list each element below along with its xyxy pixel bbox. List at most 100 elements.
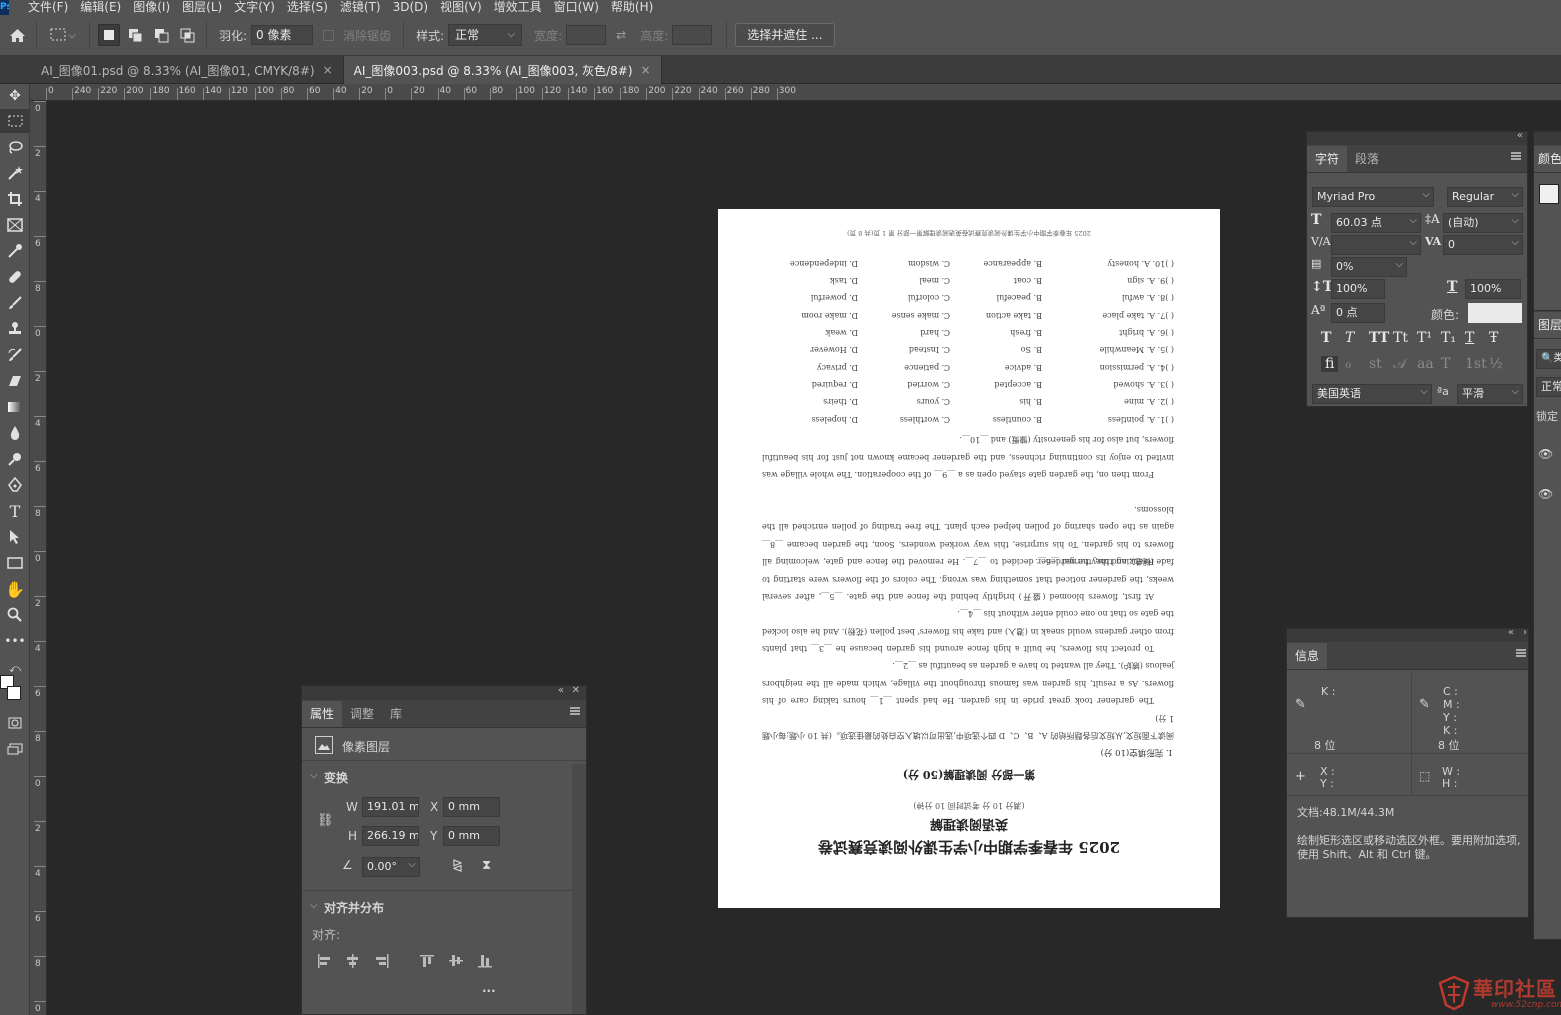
path-selection-tool-icon[interactable] <box>0 525 30 549</box>
collapse-icon[interactable]: « <box>558 685 564 696</box>
language-select[interactable]: 美国英语 <box>1312 384 1432 404</box>
chevron-down-icon[interactable]: ⌵ <box>310 770 318 781</box>
close-icon[interactable]: × <box>323 63 333 77</box>
new-selection-icon[interactable] <box>98 24 120 46</box>
healing-brush-tool-icon[interactable] <box>0 265 30 289</box>
link-icon[interactable]: ⛓ <box>317 813 334 828</box>
clone-stamp-tool-icon[interactable] <box>0 317 30 341</box>
width-input[interactable] <box>566 25 607 45</box>
faux-bold-icon[interactable]: T <box>1321 330 1331 346</box>
more-options-button[interactable]: ... <box>482 981 496 995</box>
rect-marquee-tool-icon[interactable] <box>0 109 30 133</box>
background-color-swatch[interactable] <box>7 686 21 700</box>
eyedropper-tool-icon[interactable] <box>0 239 30 263</box>
superscript-icon[interactable]: T¹ <box>1417 330 1432 346</box>
text-color-swatch[interactable] <box>1468 303 1522 323</box>
tracking-field[interactable]: 0 <box>1443 235 1523 255</box>
close-icon[interactable]: × <box>641 63 651 77</box>
menu-file[interactable]: 文件(F) <box>22 0 74 15</box>
zoom-tool-icon[interactable] <box>0 603 30 627</box>
menu-plugins[interactable]: 增效工具 <box>488 0 548 15</box>
scrollbar[interactable] <box>572 764 586 1014</box>
tab-properties[interactable]: 属性 <box>302 701 343 727</box>
menu-edit[interactable]: 编辑(E) <box>74 0 127 15</box>
collapse-icon[interactable]: « <box>1508 627 1514 638</box>
kerning-field[interactable] <box>1331 235 1421 255</box>
tab-info[interactable]: 信息 <box>1287 643 1328 669</box>
frame-tool-icon[interactable] <box>0 213 30 237</box>
small-caps-icon[interactable]: Tt <box>1393 330 1408 346</box>
home-icon[interactable] <box>6 24 28 46</box>
tab-paragraph[interactable]: 段落 <box>1347 146 1387 172</box>
select-and-mask-button[interactable]: 选择并遮住 ... <box>735 23 835 47</box>
tab-libraries[interactable]: 库 <box>382 701 410 727</box>
width-field[interactable]: 191.01 mm <box>362 797 419 817</box>
chevron-down-icon[interactable]: ⌵ <box>310 900 318 911</box>
rectangle-tool-icon[interactable] <box>0 551 30 575</box>
dodge-tool-icon[interactable] <box>0 447 30 471</box>
style-select[interactable]: 正常 ⌵ <box>448 24 523 46</box>
intersect-selection-icon[interactable] <box>176 24 198 46</box>
flip-horizontal-icon[interactable]: ⧎ <box>452 858 463 873</box>
menu-window[interactable]: 窗口(W) <box>548 0 605 15</box>
panel-menu-icon[interactable] <box>570 707 580 715</box>
faux-italic-icon[interactable]: T <box>1345 330 1354 346</box>
stylistic-alternates-icon[interactable]: 𝒜 <box>1393 356 1406 372</box>
leading-field[interactable]: (自动) <box>1443 213 1523 233</box>
document-page[interactable]: 2025 年春季学期中小学生课外阅读竞赛试卷 英语阅读理解 (满分 10 分 考… <box>718 209 1220 908</box>
vertical-scale-field[interactable]: 100% <box>1331 279 1385 299</box>
color-panel-swatch[interactable] <box>1539 184 1559 204</box>
menu-type[interactable]: 文字(Y) <box>228 0 281 15</box>
blend-mode-select[interactable]: 正常 <box>1536 377 1561 397</box>
tab-image01[interactable]: AI_图像01.psd @ 8.33% (AI_图像01, CMYK/8#) × <box>31 56 344 84</box>
close-icon[interactable]: ✕ <box>572 685 580 696</box>
all-caps-icon[interactable]: TT <box>1369 330 1389 346</box>
x-field[interactable]: 0 mm <box>443 797 500 817</box>
panel-menu-icon[interactable] <box>1511 152 1521 160</box>
fractions-icon[interactable]: ½ <box>1489 356 1503 372</box>
y-field[interactable]: 0 mm <box>443 826 500 846</box>
tab-character[interactable]: 字符 <box>1307 146 1348 172</box>
ordinals-icon[interactable]: T <box>1441 356 1450 372</box>
menu-filter[interactable]: 滤镜(T) <box>334 0 387 15</box>
menu-help[interactable]: 帮助(H) <box>605 0 659 15</box>
type-tool-icon[interactable]: T <box>0 499 30 523</box>
tab-layers[interactable]: 图层 <box>1534 312 1561 338</box>
blur-tool-icon[interactable] <box>0 421 30 445</box>
collapse-icon[interactable]: « <box>1517 130 1523 141</box>
font-style-select[interactable]: Regular <box>1447 187 1523 207</box>
antialias-checkbox[interactable] <box>323 29 335 41</box>
menu-layer[interactable]: 图层(L) <box>176 0 228 15</box>
old-style-icon[interactable]: ℴ <box>1345 356 1351 372</box>
close-icon[interactable]: › <box>1523 627 1527 638</box>
horizontal-scale-field[interactable]: 100% <box>1465 279 1521 299</box>
menu-image[interactable]: 图像(I) <box>127 0 176 15</box>
brush-tool-icon[interactable] <box>0 291 30 315</box>
flip-vertical-icon[interactable]: ⧗ <box>482 858 491 873</box>
crop-tool-icon[interactable] <box>0 187 30 211</box>
height-field[interactable]: 266.19 mm <box>362 826 419 846</box>
height-input[interactable] <box>672 25 713 45</box>
baseline-shift-field[interactable]: 0 点 <box>1331 303 1385 323</box>
more-tools-icon[interactable]: ••• <box>0 629 30 653</box>
subtract-selection-icon[interactable] <box>150 24 172 46</box>
hand-tool-icon[interactable]: ✋ <box>0 577 30 601</box>
strikethrough-icon[interactable]: Ŧ <box>1489 330 1498 346</box>
font-size-field[interactable]: 60.03 点 <box>1331 213 1421 233</box>
font-family-select[interactable]: Myriad Pro <box>1312 187 1434 207</box>
tab-adjustments[interactable]: 调整 <box>342 701 382 727</box>
move-tool-icon[interactable]: ✥ <box>0 84 30 108</box>
panel-menu-icon[interactable] <box>1516 649 1526 657</box>
add-selection-icon[interactable] <box>124 24 146 46</box>
menu-view[interactable]: 视图(V) <box>434 0 488 15</box>
screen-mode-icon[interactable] <box>0 737 30 761</box>
history-brush-tool-icon[interactable] <box>0 343 30 367</box>
ligatures-icon[interactable]: fi <box>1321 356 1339 372</box>
marquee-preset-icon[interactable]: ⌵ <box>45 24 81 46</box>
angle-field[interactable]: 0.00° <box>362 857 420 877</box>
gradient-tool-icon[interactable] <box>0 395 30 419</box>
tab-image003[interactable]: AI_图像003.psd @ 8.33% (AI_图像003, 灰色/8#) × <box>343 56 662 84</box>
feather-input[interactable]: 0 像素 <box>251 25 314 45</box>
antialias-select[interactable]: 平滑 <box>1457 384 1523 404</box>
pen-tool-icon[interactable] <box>0 473 30 497</box>
